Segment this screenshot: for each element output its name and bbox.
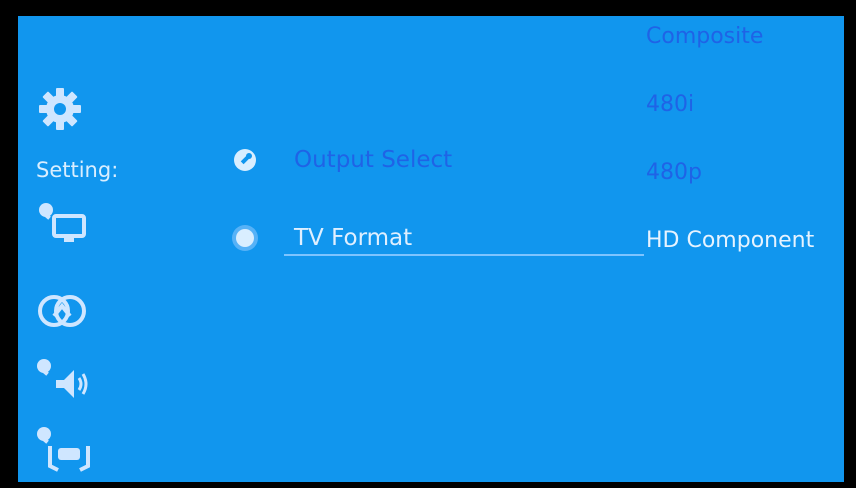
- network-icon[interactable]: [32, 286, 92, 336]
- menu-item-tv-format[interactable]: TV Format: [230, 218, 650, 258]
- audio-settings-icon[interactable]: [32, 354, 92, 404]
- gear-icon[interactable]: [32, 84, 92, 134]
- menu-item-output-select[interactable]: Output Select: [230, 140, 650, 180]
- settings-screen: Setting: Output Select TV Format Composi…: [18, 16, 844, 482]
- selection-underline: [284, 254, 644, 256]
- wrench-icon: [230, 145, 260, 175]
- option-480p[interactable]: 480p: [646, 160, 702, 185]
- sidebar-title: Setting:: [36, 158, 119, 182]
- tv-settings-icon[interactable]: [32, 198, 92, 248]
- menu-item-label: TV Format: [294, 225, 413, 251]
- remote-settings-icon[interactable]: [32, 422, 92, 472]
- option-composite[interactable]: Composite: [646, 24, 763, 49]
- selected-indicator-icon: [230, 223, 260, 253]
- option-hd-component[interactable]: HD Component: [646, 228, 814, 253]
- menu-item-label: Output Select: [294, 147, 453, 173]
- option-480i[interactable]: 480i: [646, 92, 694, 117]
